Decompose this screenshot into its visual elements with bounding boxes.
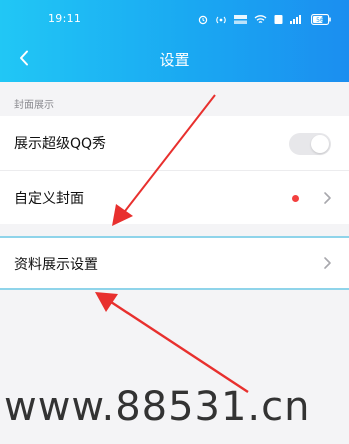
- row-profile-display-settings[interactable]: 资料展示设置: [0, 236, 349, 290]
- network-speed-icon: [234, 14, 247, 24]
- section-label: 封面展示: [14, 100, 54, 111]
- wifi-icon: [254, 14, 267, 23]
- chevron-right-icon: [324, 257, 331, 269]
- alarm-icon: [198, 15, 208, 24]
- battery-level: 56: [316, 17, 324, 24]
- nav-bar: 设置: [0, 38, 349, 78]
- status-icons: 56: [198, 12, 331, 26]
- watermark-text: www.88531.cn: [4, 384, 311, 430]
- cover-settings-group: 展示超级QQ秀 自定义封面: [0, 116, 349, 224]
- page-title: 设置: [159, 51, 190, 69]
- status-bar: 19:11 56: [0, 0, 349, 38]
- row-show-super-qq-show[interactable]: 展示超级QQ秀: [0, 116, 349, 170]
- row-label: 自定义封面: [14, 191, 84, 207]
- settings-screen: 19:11 56 设置 封面展示 展示超级QQ秀 自定义封面 资料展示设置 ww…: [0, 0, 349, 444]
- toggle-knob: [311, 135, 329, 153]
- row-label: 展示超级QQ秀: [14, 136, 107, 152]
- chevron-right-icon: [324, 192, 331, 204]
- arrow-up-left: [95, 292, 249, 394]
- row-custom-cover[interactable]: 自定义封面: [0, 170, 349, 224]
- new-badge-dot: [292, 195, 299, 202]
- super-qq-show-toggle[interactable]: [289, 133, 331, 155]
- status-time: 19:11: [48, 12, 82, 25]
- header: 19:11 56 设置: [0, 0, 349, 82]
- sim-icon: [274, 14, 283, 24]
- battery-icon: 56: [311, 13, 331, 25]
- row-label: 资料展示设置: [14, 257, 98, 273]
- hotspot-icon: [216, 16, 226, 23]
- cellular-signal-icon: [290, 14, 301, 24]
